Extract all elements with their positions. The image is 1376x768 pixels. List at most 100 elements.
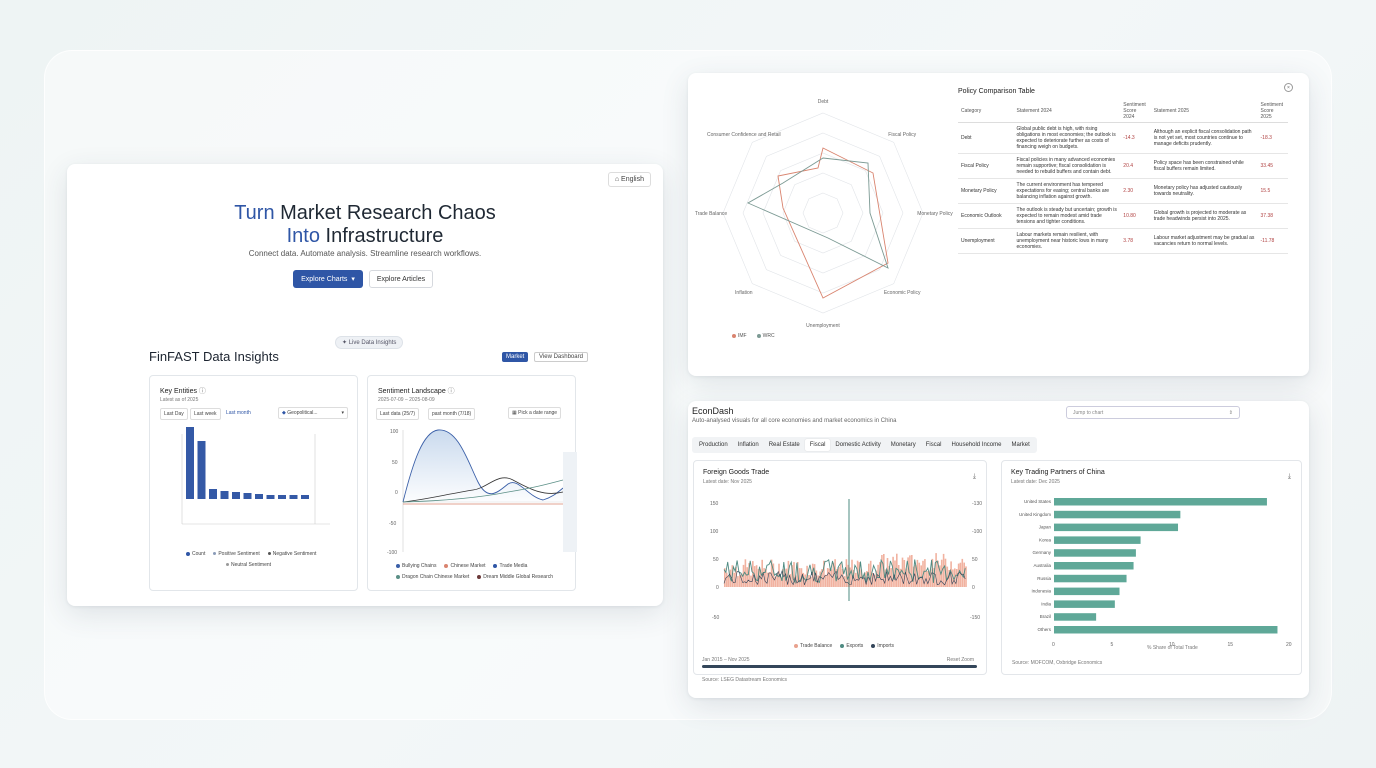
partner-bar	[1054, 587, 1120, 596]
zoom-slider[interactable]	[702, 665, 977, 668]
row-score-2025: 15.5	[1257, 178, 1288, 204]
row-statement-2025: Global growth is projected to moderate a…	[1150, 203, 1258, 229]
download-icon[interactable]: ⤓	[1288, 473, 1291, 481]
trade-balance-bar	[752, 561, 754, 587]
legend-exports: Exports	[840, 643, 863, 649]
chevron-down-icon: ▾	[351, 276, 355, 283]
policy-row: Debt Global public debt is high, with ris…	[958, 122, 1288, 154]
row-statement-2025: Monetary policy has adjusted cautiously …	[1150, 178, 1258, 204]
jump-to-chart-placeholder: Jump to chart	[1073, 410, 1104, 416]
category-label: Australia	[1033, 563, 1051, 568]
row-score-2025: 33.45	[1257, 153, 1288, 179]
trade-balance-bar	[946, 566, 949, 587]
sentiment-date: 2025-07-09 – 2025-08-09	[378, 397, 435, 403]
explore-articles-button[interactable]: Explore Articles	[369, 270, 433, 288]
sentiment-panel: Sentiment Landscape ⓘ 2025-07-09 – 2025-…	[367, 375, 577, 591]
trade-balance-bar	[959, 562, 962, 587]
econ-tab[interactable]: Inflation	[733, 439, 764, 451]
seg-last-week[interactable]: Last week	[190, 408, 221, 420]
x-tick-label: 15	[1228, 642, 1234, 648]
econ-tab[interactable]: Production	[694, 439, 733, 451]
partner-bar	[1054, 549, 1136, 557]
close-icon[interactable]: ×	[1284, 83, 1293, 92]
econ-tab[interactable]: Monetary	[886, 439, 921, 451]
trading-partners-panel: Key Trading Partners of China Latest dat…	[1001, 460, 1302, 675]
col-score-2025: Sentiment Score 2025	[1257, 100, 1288, 123]
trade-balance-bar	[826, 568, 829, 587]
svg-text:100: 100	[710, 529, 719, 535]
jump-to-chart-select[interactable]: Jump to chart ⇕	[1066, 406, 1240, 419]
row-category: Economic Outlook	[958, 203, 1014, 229]
trade-balance-bar	[896, 553, 898, 587]
radar-axis-label: Economic Policy	[884, 290, 921, 296]
seg-last-data[interactable]: Last data (25/7)	[376, 408, 420, 420]
policy-table: Category Statement 2024 Sentiment Score …	[958, 100, 1288, 254]
legend-bullying: Bullying Chains	[396, 563, 436, 569]
category-label: Russia	[1037, 576, 1051, 581]
radar-axis-label: Unemployment	[806, 323, 840, 329]
entity-bar	[220, 491, 229, 499]
live-data-pill: ✦ Live Data Insights	[335, 336, 404, 349]
hero-title: Turn Market Research Chaos Into Infrastr…	[67, 202, 663, 248]
legend-trade-balance: Trade Balance	[794, 643, 832, 649]
seg-last-month[interactable]: Last month	[223, 408, 254, 418]
language-button[interactable]: ⌂ English	[607, 172, 651, 187]
entity-bar	[301, 495, 309, 499]
explore-charts-button[interactable]: Explore Charts ▾	[293, 270, 363, 288]
sparkle-icon: ✦	[342, 340, 348, 346]
foreign-trade-date: Latest date: Nov 2025	[703, 479, 752, 485]
entities-legend-2: Neutral Sentiment	[226, 562, 271, 568]
row-statement-2024: Labour markets remain resilient, with un…	[1013, 228, 1121, 254]
legend-imf: IMF	[732, 333, 747, 339]
row-score-2024: -14.3	[1120, 122, 1151, 154]
date-range-button[interactable]: ▦ Pick a date range	[508, 407, 562, 419]
download-icon[interactable]: ⤓	[973, 473, 976, 481]
landing-window: ⌂ English Turn Market Research Chaos Int…	[67, 164, 663, 606]
econ-tab[interactable]: Household Income	[946, 439, 1006, 451]
entities-chart	[181, 427, 330, 525]
partner-bar	[1054, 626, 1278, 634]
radar-axis-label: Inflation	[735, 290, 753, 296]
trade-balance-bar	[737, 576, 739, 587]
partner-bar	[1054, 574, 1127, 583]
col-statement-2025: Statement 2025	[1150, 100, 1258, 123]
policy-row: Fiscal Policy Fiscal policies in many adv…	[958, 153, 1288, 179]
econ-tab[interactable]: Fiscal	[921, 439, 947, 451]
tab-market[interactable]: Market	[502, 352, 529, 362]
seg-last-day[interactable]: Last Day	[160, 408, 188, 420]
tab-view-dashboard[interactable]: View Dashboard	[534, 352, 588, 362]
hero-subtitle: Connect data. Automate analysis. Streaml…	[248, 249, 482, 258]
seg-past-month[interactable]: past month (7/18)	[428, 408, 476, 420]
legend-wrc: WRC	[756, 333, 775, 339]
reset-zoom-button[interactable]: Reset Zoom	[947, 657, 974, 663]
econ-tab[interactable]: Real Estate	[764, 439, 805, 451]
partner-bar	[1054, 498, 1267, 506]
entity-bar	[232, 492, 240, 499]
legend-count: Count	[186, 551, 205, 557]
explore-charts-label: Explore Charts	[301, 275, 348, 283]
entity-bar	[278, 495, 286, 499]
row-category: Debt	[958, 122, 1014, 154]
trade-legend: Trade Balance Exports Imports	[794, 643, 894, 649]
row-statement-2025: Policy space has been constrained while …	[1150, 153, 1258, 179]
trading-partners-title: Key Trading Partners of China	[1011, 469, 1105, 476]
hero-accent-2: Into	[286, 225, 320, 247]
calendar-icon: ▦	[512, 410, 517, 416]
info-icon: ⓘ	[198, 388, 206, 395]
econ-tab[interactable]: Domestic Activity	[830, 439, 885, 451]
policy-row: Unemployment Labour markets remain resili…	[958, 228, 1288, 254]
econ-tab[interactable]: Market	[1006, 439, 1034, 451]
radar-axis-label: Trade Balance	[695, 211, 728, 217]
category-select[interactable]: ◆ Geopolitical... ▾	[278, 407, 348, 419]
globe-icon: ⌂	[614, 176, 620, 183]
legend-trade-media: Trade Media	[493, 563, 527, 569]
legend-imports: Imports	[871, 643, 894, 649]
econ-tab[interactable]: Fiscal	[804, 439, 831, 451]
radar-legend: IMF WRC	[732, 333, 775, 339]
svg-text:50: 50	[972, 557, 978, 563]
svg-text:150: 150	[710, 501, 719, 507]
entity-bar	[209, 489, 217, 499]
trade-balance-bar	[830, 569, 833, 587]
row-category: Monetary Policy	[958, 178, 1014, 204]
legend-neutral: Neutral Sentiment	[226, 562, 271, 568]
